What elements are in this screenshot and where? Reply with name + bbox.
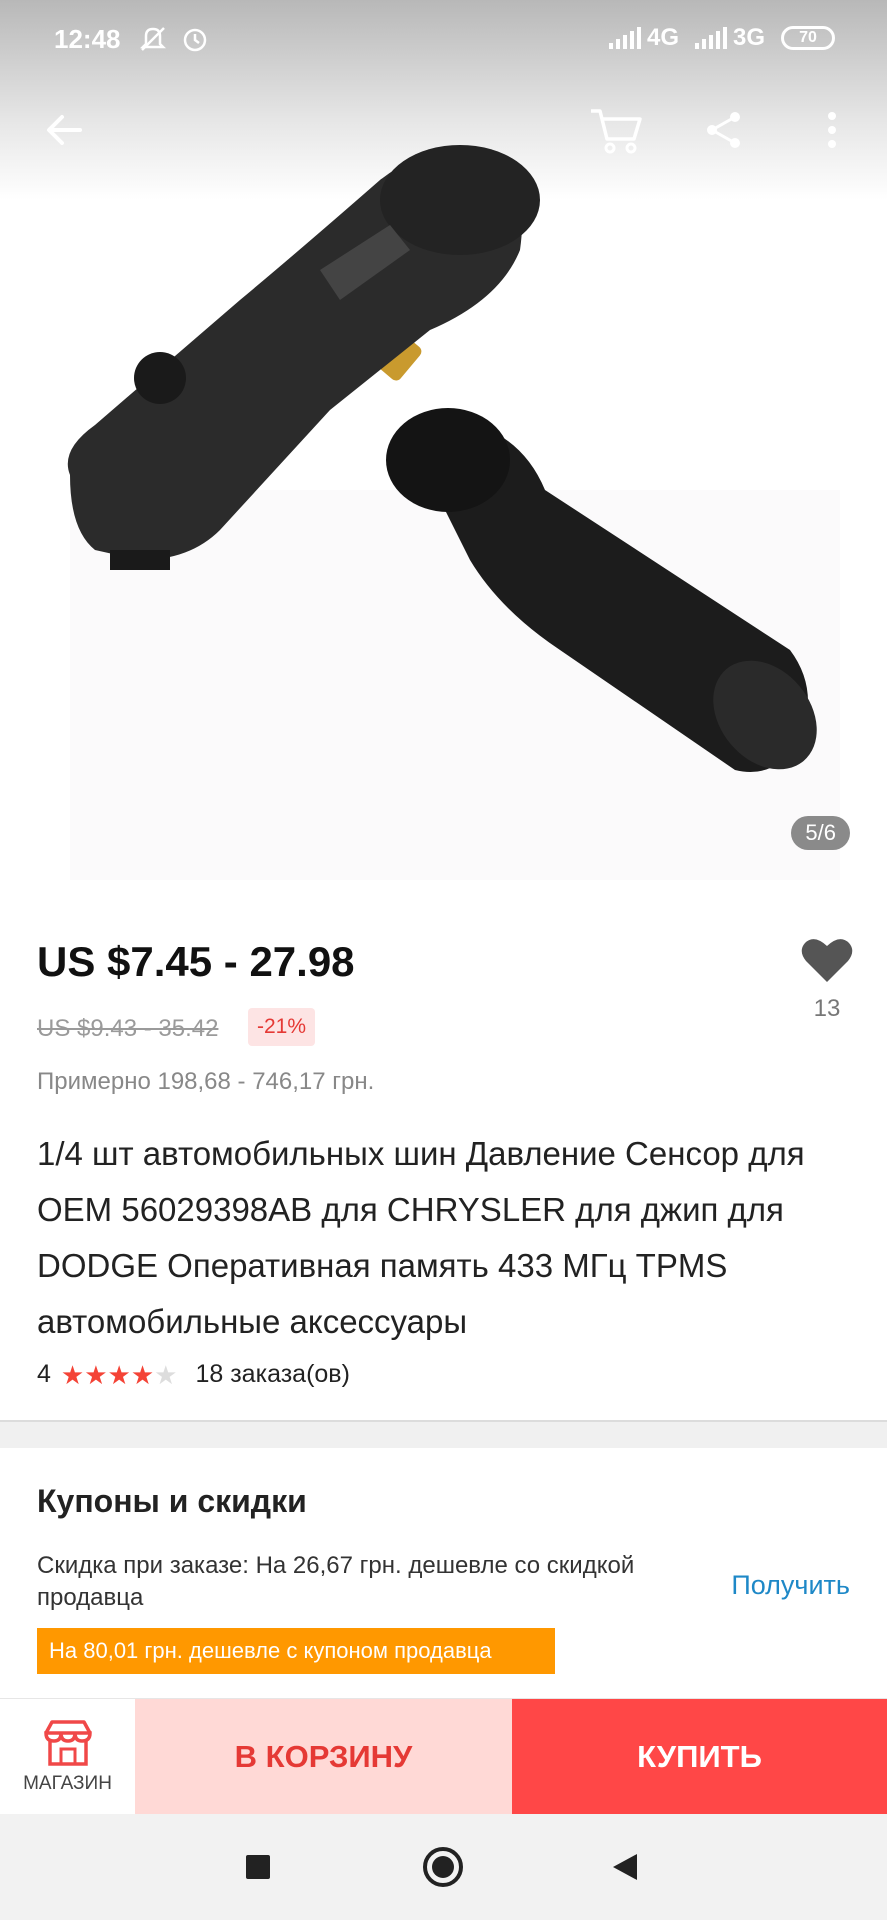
network-label-4g: 4G xyxy=(646,24,679,51)
mute-icon xyxy=(138,24,168,61)
star-icon: ★ xyxy=(60,1359,85,1390)
app-bar xyxy=(0,90,887,170)
approx-price: Примерно 198,68 - 746,17 грн. xyxy=(37,1068,375,1095)
old-price: US $9.43 - 35.42 xyxy=(37,1015,219,1042)
seller-coupon-tag[interactable]: На 80,01 грн. дешевле с купоном продавца xyxy=(37,1628,559,1674)
home-circle-icon[interactable] xyxy=(403,1814,483,1920)
action-bar: МАГАЗИН В КОРЗИНУ КУПИТЬ xyxy=(0,1698,887,1815)
signal-icon xyxy=(608,27,641,49)
heart-icon xyxy=(801,939,853,982)
product-price: US $7.45 - 27.98 xyxy=(37,938,355,985)
back-triangle-icon[interactable] xyxy=(585,1814,665,1920)
share-icon[interactable] xyxy=(694,100,754,160)
orders-count: 18 заказа(ов) xyxy=(195,1360,350,1388)
network-label-3g: 3G xyxy=(732,24,765,51)
rating-row[interactable]: 4 ★ ★ ★ ★ ★ 18 заказа(ов) xyxy=(37,1360,350,1389)
star-icon: ★ xyxy=(107,1359,131,1390)
discount-badge: -21% xyxy=(248,1008,316,1046)
coupons-title: Купоны и скидки xyxy=(37,1483,307,1519)
star-icon: ★ xyxy=(84,1359,108,1390)
back-arrow-icon[interactable] xyxy=(34,100,94,160)
product-title[interactable]: 1/4 шт автомобильных шин Давление Сенсор… xyxy=(37,1126,857,1350)
shop-button[interactable]: МАГАЗИН xyxy=(0,1699,135,1815)
shop-label: МАГАЗИН xyxy=(23,1773,112,1794)
alarm-icon xyxy=(180,24,210,61)
gallery-pager: 5/6 xyxy=(791,816,850,850)
more-vertical-icon[interactable] xyxy=(802,100,862,160)
favorite-button[interactable]: 13 xyxy=(800,936,854,1026)
cart-icon[interactable] xyxy=(586,100,646,160)
product-image xyxy=(67,145,840,880)
system-nav-bar xyxy=(0,1814,887,1920)
buy-now-button[interactable]: КУПИТЬ xyxy=(512,1699,887,1815)
section-divider xyxy=(0,1420,887,1448)
rating-value: 4 xyxy=(37,1360,51,1388)
rating-stars: ★ ★ ★ ★ ★ xyxy=(61,1362,178,1388)
add-to-cart-button[interactable]: В КОРЗИНУ xyxy=(135,1699,512,1815)
star-icon: ★ xyxy=(130,1359,155,1390)
status-bar: 12:48 4G 3G 70 xyxy=(0,0,887,80)
star-icon: ★ xyxy=(154,1359,178,1390)
battery-icon: 70 xyxy=(781,26,835,50)
favorites-count: 13 xyxy=(813,995,841,1022)
order-discount-text: Скидка при заказе: На 26,67 грн. дешевле… xyxy=(37,1552,635,1611)
signal-icon xyxy=(694,27,727,49)
recents-square-icon[interactable] xyxy=(218,1814,298,1920)
get-coupon-link[interactable]: Получить xyxy=(731,1570,850,1601)
store-icon xyxy=(43,1720,92,1766)
status-time: 12:48 xyxy=(54,24,121,54)
